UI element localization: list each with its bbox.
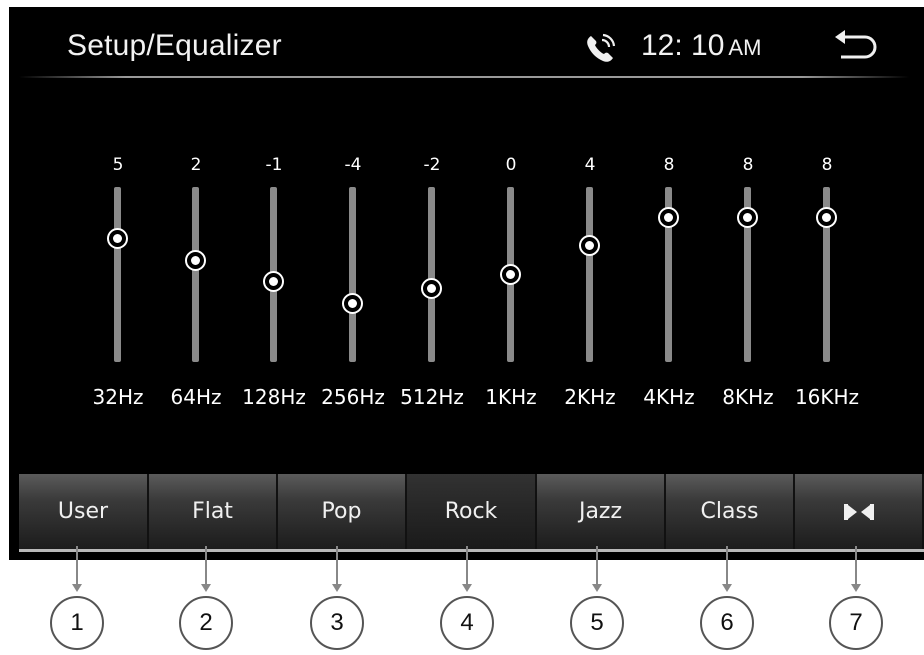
eq-slider-knob[interactable] [107,228,128,250]
eq-band: 8 16KHz [787,7,867,409]
eq-slider-track[interactable] [349,187,356,362]
preset-label: Jazz [578,499,623,524]
callout-number: 3 [310,596,364,650]
eq-band: 0 1KHz [471,7,551,409]
equalizer-screen: Setup/Equalizer 12: 10 AM 5 32Hz 2 64Hz -1 128… [9,7,924,560]
callout-arrow [462,584,472,592]
eq-slider-knob[interactable] [816,206,837,228]
preset-label: Flat [192,499,233,524]
eq-slider-knob[interactable] [185,249,206,271]
eq-band-value: -4 [344,155,362,175]
eq-band-frequency: 4KHz [643,385,695,409]
preset-button-class[interactable]: Class [666,474,795,549]
callout-arrow [332,584,342,592]
callout-arrow [722,584,732,592]
preset-button-pop[interactable]: Pop [278,474,407,549]
eq-band-frequency: 2KHz [564,385,616,409]
preset-button-rock[interactable]: Rock [407,474,537,549]
eq-band: -2 512Hz [392,7,472,409]
preset-label: Rock [444,499,498,524]
eq-band-value: 0 [505,155,517,175]
eq-band-frequency: 256Hz [321,385,385,409]
eq-band-frequency: 8KHz [722,385,774,409]
callout-arrow [851,584,861,592]
eq-band-frequency: 1KHz [485,385,537,409]
eq-slider-knob[interactable] [421,278,442,300]
eq-slider-track[interactable] [192,187,199,362]
eq-band: -4 256Hz [313,7,393,409]
eq-slider-knob[interactable] [500,264,521,285]
eq-band-frequency: 16KHz [794,385,860,409]
eq-slider-knob[interactable] [263,271,284,293]
eq-slider-knob[interactable] [342,292,363,314]
callout-number: 5 [570,596,624,650]
preset-button-jazz[interactable]: Jazz [537,474,666,549]
eq-band: -1 128Hz [234,7,314,409]
eq-band-value: -2 [423,155,441,175]
eq-slider-knob[interactable] [658,206,679,228]
eq-slider-track[interactable] [428,187,435,362]
eq-band-frequency: 512Hz [400,385,464,409]
eq-band-value: -1 [265,155,283,175]
eq-band-value: 8 [663,155,675,175]
callout-number: 6 [700,596,754,650]
preset-underline [19,549,924,552]
callout-arrow [201,584,211,592]
preset-label: User [57,499,109,524]
callout-arrow [72,584,82,592]
eq-slider-track[interactable] [114,187,121,362]
eq-band-value: 2 [190,155,202,175]
callout-number: 7 [829,596,883,650]
eq-band: 8 8KHz [708,7,788,409]
preset-button-flat[interactable]: Flat [149,474,278,549]
eq-slider-knob[interactable] [579,235,600,257]
preset-label: Class [700,499,759,524]
eq-band-frequency: 32Hz [92,385,144,409]
eq-slider-track[interactable] [586,187,593,362]
preset-bar: User Flat Pop Rock Jazz Class [19,474,924,549]
eq-band-value: 8 [821,155,833,175]
eq-band-frequency: 128Hz [242,385,306,409]
eq-band-value: 4 [584,155,596,175]
preset-label: Pop [321,499,362,524]
eq-band: 4 2KHz [550,7,630,409]
callout-number: 2 [179,596,233,650]
eq-band-frequency: 64Hz [170,385,222,409]
callout-number: 4 [440,596,494,650]
eq-band-value: 8 [742,155,754,175]
callout-number: 1 [50,596,104,650]
callout-arrow [592,584,602,592]
fader-balance-button[interactable] [795,474,924,549]
eq-band: 8 4KHz [629,7,709,409]
eq-band-value: 5 [112,155,124,175]
eq-band: 2 64Hz [156,7,236,409]
eq-band: 5 32Hz [78,7,158,409]
balance-fader-icon [843,503,874,520]
eq-slider-knob[interactable] [737,206,758,228]
preset-button-user[interactable]: User [19,474,149,549]
